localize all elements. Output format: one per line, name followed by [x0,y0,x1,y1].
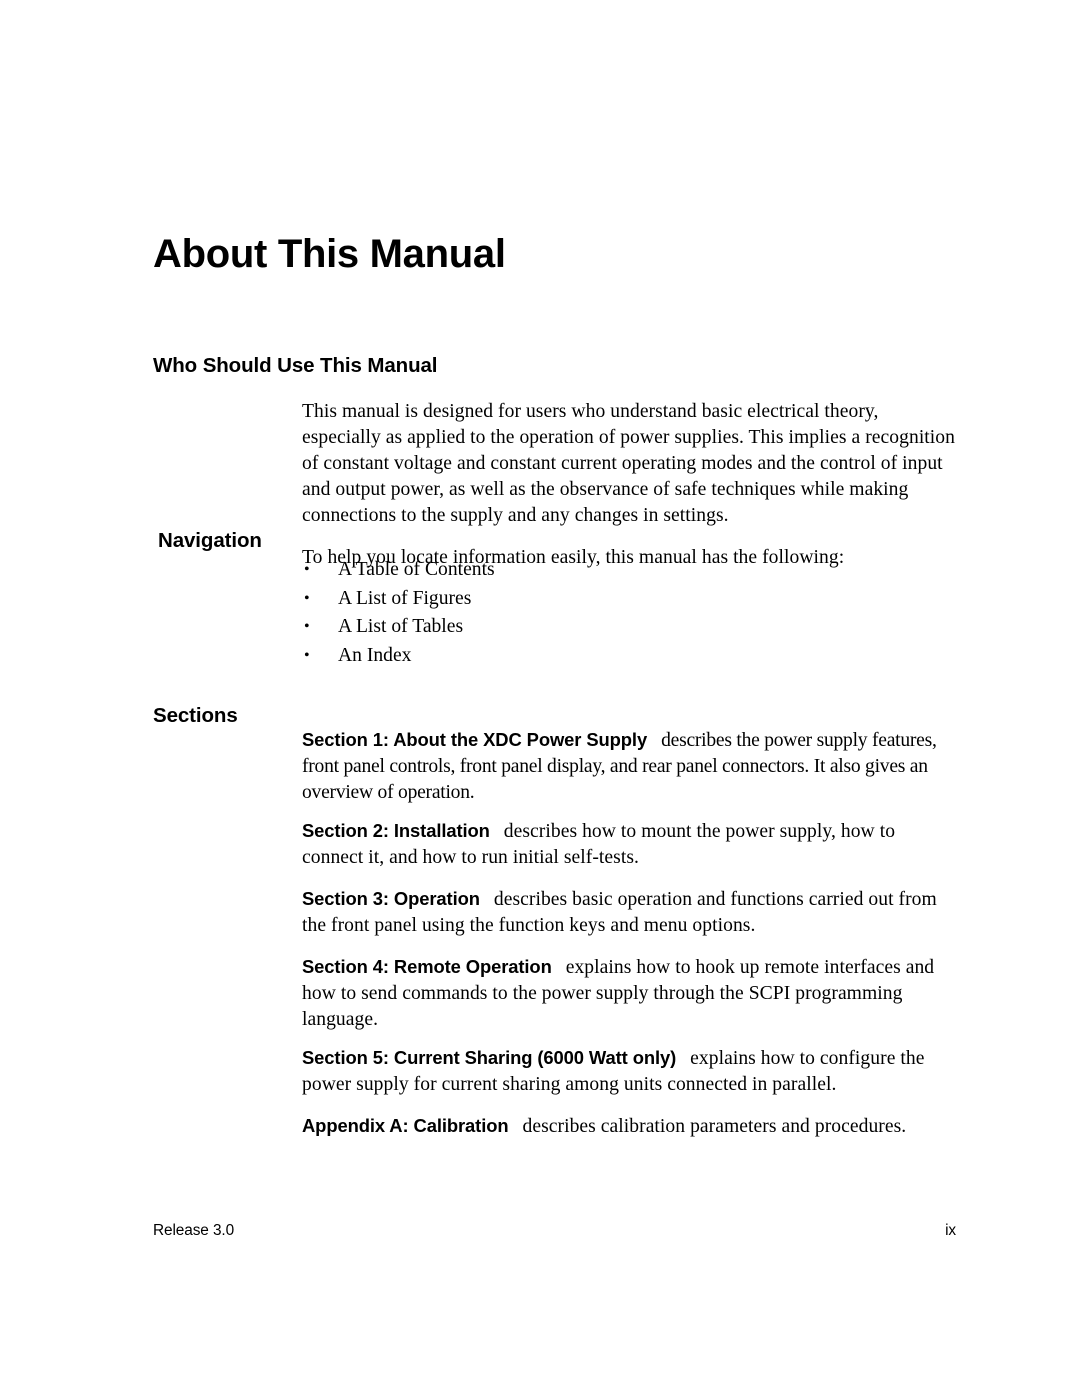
list-item-label: A List of Tables [338,616,464,638]
section-entry-label: Section 1: About the XDC Power Supply [302,728,648,750]
paragraph-who-should-use: This manual is designed for users who un… [302,400,955,527]
section-entry-label: Section 2: Installation [302,819,490,841]
footer-page-number: ix [945,1222,956,1239]
bullet-icon: • [304,646,310,664]
page-footer: Release 3.0 ix [153,1222,956,1240]
section-entry-4: Section 4: Remote Operation explains how … [302,954,956,1034]
bullet-icon: • [304,589,310,607]
list-item-label: A Table of Contents [338,559,495,580]
navigation-bullet-list: • A Table of Contents • A List of Figure… [302,556,956,670]
document-page: About This Manual Who Should Use This Ma… [0,0,1080,1397]
heading-navigation: Navigation [158,529,262,552]
heading-who-should-use-this-manual: Who Should Use This Manual [153,354,438,377]
list-item-label: A List of Figures [338,587,472,609]
section-entry-1: Section 1: About the XDC Power Supply des… [302,727,956,807]
list-item: • A List of Figures [302,585,956,614]
section-entry-label: Section 3: Operation [302,887,480,909]
section-entry-label: Section 4: Remote Operation [302,955,552,977]
list-item: • An Index [302,642,956,671]
section-entry-3: Section 3: Operation describes basic oper… [302,886,956,939]
section-entry-appendix-a: Appendix A: Calibration describes calibra… [302,1113,956,1140]
footer-release-label: Release 3.0 [153,1222,235,1239]
list-item: • A List of Tables [302,613,956,642]
section-entry-label: Section 5: Current Sharing (6000 Watt on… [302,1046,677,1068]
section-entry-description: describes calibration parameters and pro… [522,1115,907,1137]
list-item-label: An Index [338,644,412,666]
section-entry-2: Section 2: Installation describes how to … [302,818,956,871]
bullet-icon: • [304,618,310,636]
list-item: • A Table of Contents [302,556,956,585]
section-entry-5: Section 5: Current Sharing (6000 Watt on… [302,1045,956,1098]
heading-sections: Sections [153,704,238,727]
page-title: About This Manual [153,231,506,276]
bullet-icon: • [304,561,310,578]
section-entry-label: Appendix A: Calibration [302,1114,509,1136]
